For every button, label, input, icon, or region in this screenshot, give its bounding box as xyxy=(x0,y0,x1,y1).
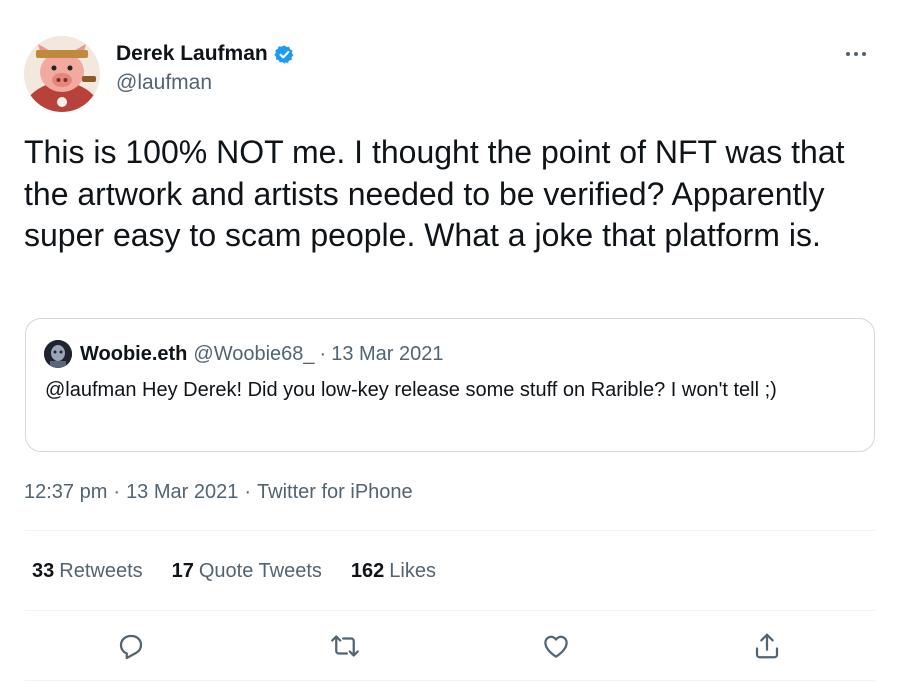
divider xyxy=(25,530,875,531)
quoted-text: @laufman Hey Derek! Did you low-key rele… xyxy=(45,379,777,401)
quoted-author-avatar xyxy=(44,340,72,368)
retweets-stat[interactable]: 33 Retweets xyxy=(32,560,143,583)
quoted-date: 13 Mar 2021 xyxy=(331,342,444,365)
tweet-date[interactable]: 13 Mar 2021 xyxy=(126,481,238,504)
tweet-source[interactable]: Twitter for iPhone xyxy=(257,481,413,504)
like-icon[interactable] xyxy=(538,628,574,664)
likes-stat[interactable]: 162 Likes xyxy=(351,560,436,583)
tweet-time[interactable]: 12:37 pm xyxy=(24,481,107,504)
verified-badge-icon xyxy=(274,44,295,65)
more-icon[interactable] xyxy=(840,42,872,66)
quote-tweets-count: 17 xyxy=(171,559,194,582)
tweet-header: Derek Laufman @laufman xyxy=(24,36,876,112)
tweet-stats: 33 Retweets 17 Quote Tweets 162 Likes xyxy=(32,556,465,586)
quoted-author-handle: @Woobie68_ xyxy=(193,342,315,365)
reply-icon[interactable] xyxy=(113,628,149,664)
quote-tweets-stat[interactable]: 17 Quote Tweets xyxy=(172,560,322,583)
likes-count: 162 xyxy=(350,559,385,582)
retweet-icon[interactable] xyxy=(327,628,363,664)
retweets-label: Retweets xyxy=(59,559,143,582)
separator: · xyxy=(319,342,327,365)
share-icon[interactable] xyxy=(749,628,785,664)
retweets-count: 33 xyxy=(32,559,55,582)
divider xyxy=(25,610,875,611)
quoted-author-name: Woobie.eth xyxy=(80,342,188,365)
action-bar xyxy=(25,620,875,672)
separator: · xyxy=(244,480,252,503)
likes-label: Likes xyxy=(389,559,436,582)
tweet-meta: 12:37 pm · 13 Mar 2021 · Twitter for iPh… xyxy=(24,478,413,506)
tweet-text: This is 100% NOT me. I thought the point… xyxy=(24,134,845,253)
divider xyxy=(25,680,875,681)
quoted-tweet[interactable]: Woobie.eth @Woobie68_ · 13 Mar 2021 @lau… xyxy=(25,318,875,452)
quote-tweets-label: Quote Tweets xyxy=(198,559,322,582)
author-avatar[interactable] xyxy=(24,36,100,112)
separator: · xyxy=(113,480,121,503)
author-name[interactable]: Derek Laufman xyxy=(116,42,268,66)
author-handle[interactable]: @laufman xyxy=(116,71,295,95)
